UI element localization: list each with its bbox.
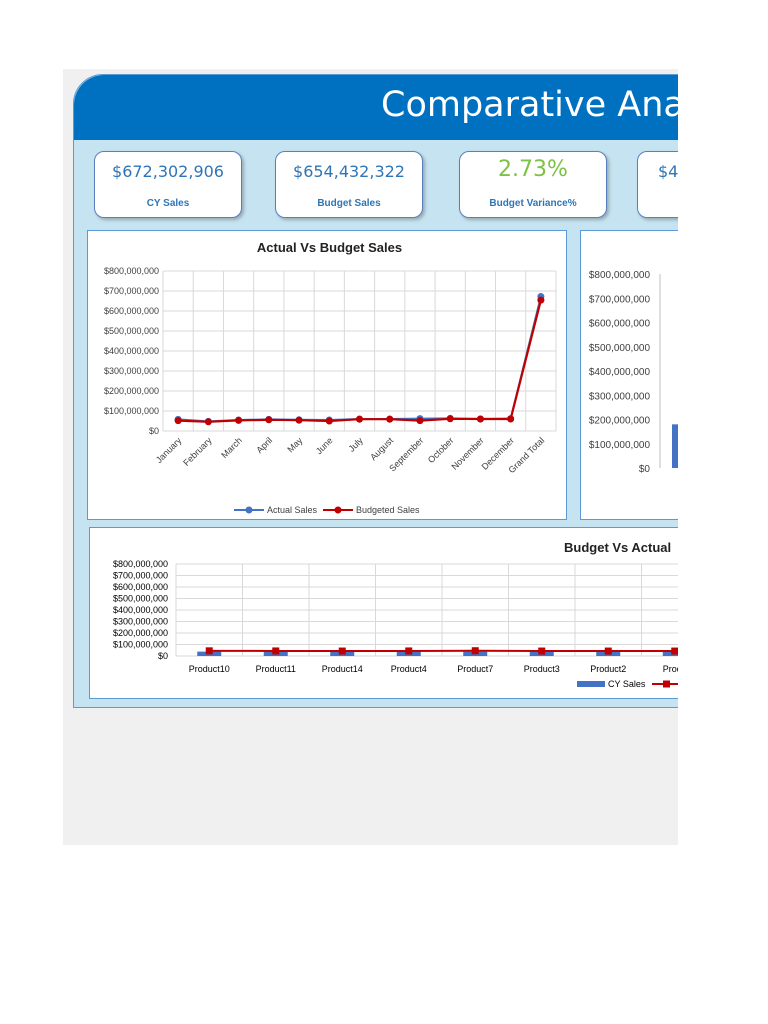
legend-swatch bbox=[577, 681, 605, 687]
kpi-card-budget-variance: 2.73% Budget Variance% bbox=[459, 151, 607, 218]
x-tick-label: Product3 bbox=[524, 664, 560, 674]
y-tick-label: $600,000,000 bbox=[104, 306, 159, 316]
data-point bbox=[204, 418, 212, 426]
legend-marker bbox=[334, 506, 342, 514]
legend-marker bbox=[663, 680, 670, 688]
series-line bbox=[178, 299, 542, 423]
kpi-card-partial: $4 bbox=[637, 151, 678, 218]
y-tick-label: $500,000,000 bbox=[113, 594, 168, 604]
kpi-label: CY Sales bbox=[146, 198, 190, 209]
x-tick-label: June bbox=[314, 435, 335, 456]
bar-chart-right: $0 $100,000,000 $200,000,000 $300,000,000 $4… bbox=[589, 270, 678, 475]
x-tick-label: Product10 bbox=[189, 664, 230, 674]
kpi-value: $672,302,906 bbox=[112, 162, 224, 181]
data-point bbox=[338, 647, 346, 655]
data-point bbox=[604, 647, 612, 655]
data-point bbox=[325, 417, 333, 425]
kpi-card-budget-sales: $654,432,322 Budget Sales bbox=[275, 151, 423, 218]
data-point bbox=[386, 415, 394, 423]
kpi-value: $654,432,322 bbox=[293, 162, 405, 181]
data-point bbox=[356, 415, 363, 423]
x-tick-label: Product4 bbox=[391, 664, 427, 674]
kpi-card-cy-sales: $672,302,906 CY Sales bbox=[94, 151, 242, 218]
dashboard: Comparative Ana $672,302,906 CY Sales $6… bbox=[73, 74, 678, 708]
data-point bbox=[446, 415, 454, 423]
chart-panel-right: $0 $100,000,000 $200,000,000 $300,000,000 $4… bbox=[580, 230, 678, 520]
y-tick-label: $800,000,000 bbox=[104, 266, 159, 276]
x-tick-label: Product2 bbox=[590, 664, 626, 674]
x-tick-label: August bbox=[368, 435, 395, 462]
y-tick-label: $300,000,000 bbox=[104, 366, 159, 376]
y-tick-label: $0 bbox=[639, 464, 651, 475]
x-tick-label: January bbox=[154, 435, 184, 465]
data-point bbox=[205, 647, 213, 655]
combo-chart-budget-vs-actual: Budget Vs Actual $0$100,000,000 $200,000,0… bbox=[113, 540, 678, 689]
kpi-value: 2.73% bbox=[498, 157, 568, 182]
data-point bbox=[671, 647, 678, 655]
kpi-label: Budget Sales bbox=[317, 198, 381, 209]
line-chart-actual-vs-budget: Actual Vs Budget Sales $0 $100,000,000 $200… bbox=[104, 240, 557, 515]
x-tick-label: Product14 bbox=[322, 664, 363, 674]
y-tick-label: $400,000,000 bbox=[104, 346, 159, 356]
y-tick-label: $700,000,000 bbox=[113, 571, 168, 581]
y-tick-label: $800,000,000 bbox=[113, 559, 168, 569]
y-tick-label: $300,000,000 bbox=[589, 391, 651, 402]
series-line bbox=[178, 296, 542, 423]
x-tick-label: February bbox=[181, 435, 214, 468]
data-point bbox=[272, 647, 280, 655]
y-tick-label: $0 bbox=[158, 651, 168, 661]
data-point bbox=[174, 417, 182, 425]
data-point bbox=[507, 415, 515, 423]
y-tick-label: $100,000,000 bbox=[589, 440, 651, 451]
y-tick-label: $100,000,000 bbox=[113, 640, 168, 650]
y-tick-label: $700,000,000 bbox=[104, 286, 159, 296]
y-tick-label: $600,000,000 bbox=[589, 319, 651, 330]
legend-marker bbox=[245, 506, 253, 514]
y-tick-label: $200,000,000 bbox=[113, 628, 168, 638]
dashboard-title: Comparative Ana bbox=[381, 85, 678, 125]
x-tick-label: July bbox=[347, 435, 366, 454]
y-tick-label: $100,000,000 bbox=[104, 406, 159, 416]
y-tick-label: $600,000,000 bbox=[113, 582, 168, 592]
data-point bbox=[471, 647, 479, 655]
data-point bbox=[537, 296, 545, 304]
y-tick-label: $400,000,000 bbox=[113, 605, 168, 615]
bar bbox=[672, 424, 678, 468]
spreadsheet-area: Comparative Ana $672,302,906 CY Sales $6… bbox=[63, 69, 678, 845]
chart-panel-budget-vs-actual: Budget Vs Actual $0 $100,000,000 $200,000,0… bbox=[89, 527, 678, 699]
chart-panel-actual-vs-budget: Actual Vs Budget Sales $0 $100,000,000 $200… bbox=[87, 230, 567, 520]
y-tick-label: $300,000,000 bbox=[113, 617, 168, 627]
data-point bbox=[235, 416, 243, 424]
data-point bbox=[295, 416, 303, 424]
y-tick-label: $700,000,000 bbox=[589, 294, 651, 305]
legend-label: CY Sales bbox=[608, 679, 646, 689]
x-tick-label: Produ bbox=[663, 664, 678, 674]
legend-label: Budgeted Sales bbox=[356, 505, 420, 515]
y-tick-label: $400,000,000 bbox=[589, 367, 651, 378]
data-point bbox=[538, 647, 546, 655]
data-point bbox=[265, 416, 273, 424]
x-tick-label: Product7 bbox=[457, 664, 493, 674]
y-tick-label: $200,000,000 bbox=[589, 416, 651, 427]
kpi-value: $4 bbox=[658, 162, 678, 181]
y-tick-label: $0 bbox=[149, 426, 159, 436]
x-tick-label: October bbox=[426, 435, 456, 465]
x-tick-label: May bbox=[285, 435, 304, 454]
title-banner: Comparative Ana bbox=[74, 75, 678, 140]
chart-title: Actual Vs Budget Sales bbox=[257, 240, 402, 255]
y-tick-label: $800,000,000 bbox=[589, 270, 651, 281]
x-tick-label: April bbox=[254, 435, 274, 455]
data-point bbox=[476, 415, 484, 423]
y-tick-label: $500,000,000 bbox=[104, 326, 159, 336]
data-point bbox=[416, 417, 424, 425]
y-tick-label: $500,000,000 bbox=[589, 343, 651, 354]
x-tick-label: Product11 bbox=[256, 664, 296, 674]
legend-label: Actual Sales bbox=[267, 505, 318, 515]
data-point bbox=[405, 647, 413, 655]
chart-title: Budget Vs Actual bbox=[564, 540, 671, 555]
kpi-label: Budget Variance% bbox=[489, 198, 577, 209]
y-tick-label: $200,000,000 bbox=[104, 386, 159, 396]
x-tick-label: March bbox=[219, 435, 244, 460]
